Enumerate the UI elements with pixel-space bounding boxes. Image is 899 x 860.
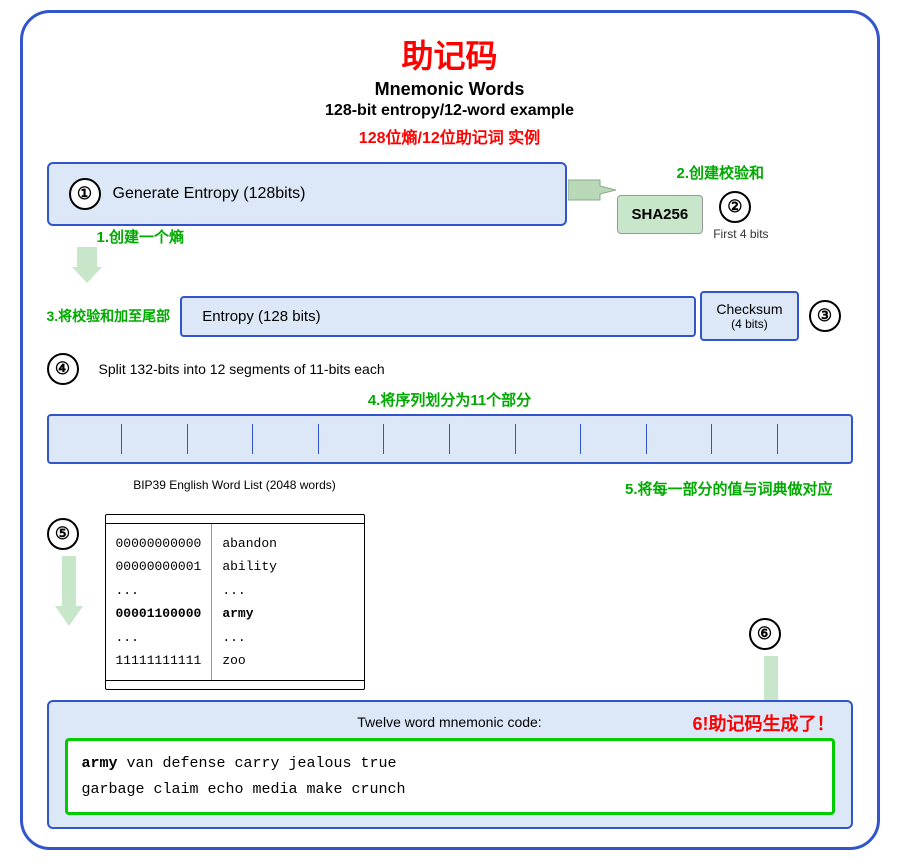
mnemonic-box: army van defense carry jealous truegarba… [65,738,835,815]
step4-text: Split 132-bits into 12 segments of 11-bi… [99,361,385,377]
sha-box: SHA256 [617,195,704,234]
wordlist-wrapper: BIP39 English Word List (2048 words) 000… [105,478,365,690]
title-chinese: 助记码 [47,31,853,77]
step3-box: Entropy (128 bits) [180,296,696,337]
step4-header: ④ Split 132-bits into 12 segments of 11-… [47,353,853,385]
wordlist-title: BIP39 English Word List (2048 words) [105,478,365,492]
wl-word-army: army [222,602,277,625]
circle-2: ② [719,191,751,223]
checksum-bits: (4 bits) [731,317,768,331]
wl-word-dots1: ... [222,579,277,602]
step3-annotation: 3.将校验和加至尾部 [47,306,171,326]
wl-binary-1: 00000000001 [116,555,202,578]
wl-binary-army: 00001100000 [116,602,202,625]
wl-binary-dots1: ... [116,579,202,602]
circle-1: ① [69,178,101,210]
segments-box [47,414,853,464]
wl-binary-last: 11111111111 [116,649,202,672]
step1-label: Generate Entropy (128bits) [113,185,306,203]
step1-box: ① Generate Entropy (128bits) [47,162,567,226]
step3-row: 3.将校验和加至尾部 Entropy (128 bits) Checksum (… [47,291,853,341]
circle-5: ⑤ [47,518,79,550]
step3-label: Entropy (128 bits) [202,308,320,325]
down-arrow-area [47,247,853,283]
step1-row: ① Generate Entropy (128bits) 2.创建校验和 SHA… [47,162,853,241]
mnemonic-rest: van defense carry jealous truegarbage cl… [82,755,406,798]
title-english: Mnemonic Words [47,79,853,100]
circle-4: ④ [47,353,79,385]
wl-word-1: ability [222,555,277,578]
step1-annotation: 1.创建一个熵 [97,226,185,247]
main-card: 助记码 Mnemonic Words 128-bit entropy/12-wo… [20,10,880,850]
wl-word-0: abandon [222,532,277,555]
arrow-down-left [55,556,83,631]
mnemonic-bold-word: army [82,755,118,772]
wl-col-words: abandon ability ... army ... zoo [212,524,287,680]
wl-binary-dots2: ... [116,626,202,649]
step2-annotation: 2.创建校验和 [677,162,765,183]
wl-word-dots2: ... [222,626,277,649]
subtitle-chinese: 128位熵/12位助记词 实例 [47,124,853,148]
checksum-box: Checksum (4 bits) [700,291,798,341]
step4-annotation: 4.将序列划分为11个部分 [47,389,853,410]
wordlist-container: 00000000000 00000000001 ... 00001100000 … [105,514,365,690]
circle-6: ⑥ [749,618,781,650]
checksum-label: Checksum [716,301,782,317]
circle-3: ③ [809,300,841,332]
wordlist-inner: 00000000000 00000000001 ... 00001100000 … [106,523,364,681]
step6-annotation: 6!助记码生成了！ [692,710,834,736]
circle-2-area: ② First 4 bits [713,191,768,241]
wl-binary-0: 00000000000 [116,532,202,555]
step6-area: 6!助记码生成了！ Twelve word mnemonic code: arm… [47,700,853,829]
step4-area: ④ Split 132-bits into 12 segments of 11-… [47,353,853,464]
wl-col-binary: 00000000000 00000000001 ... 00001100000 … [106,524,213,680]
circle-3-area: ③ [809,300,853,332]
step5-area: ⑤ BIP39 English Word List (2048 words) 0… [47,478,853,690]
down-arrow-svg [72,247,102,283]
arrow-to-sha [567,176,617,204]
circle-5-area: ⑤ [47,518,91,631]
subtitle-english: 128-bit entropy/12-word example [47,102,853,120]
wl-word-last: zoo [222,649,277,672]
first4bits: First 4 bits [713,227,768,241]
step5-annotation: 5.将每一部分的值与词典做对应 [625,478,833,499]
